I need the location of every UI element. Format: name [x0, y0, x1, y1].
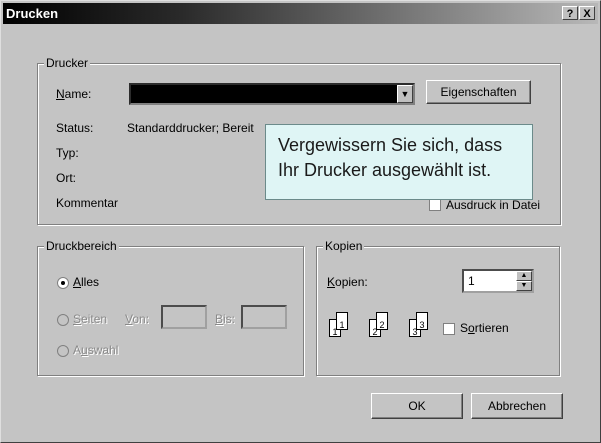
- close-button[interactable]: X: [579, 6, 595, 20]
- range-all-radio[interactable]: [57, 277, 69, 289]
- print-to-file-label: Ausdruck in Datei: [446, 198, 541, 212]
- ok-button-label: OK: [408, 399, 426, 413]
- range-to-label: Bis:: [215, 312, 236, 326]
- collate-label: Sortieren: [460, 321, 509, 335]
- range-from-label: Von:: [125, 312, 150, 326]
- cancel-button[interactable]: Abbrechen: [471, 393, 563, 419]
- properties-button[interactable]: Eigenschaften: [426, 80, 531, 104]
- print-to-file-checkbox[interactable]: [429, 199, 441, 211]
- ok-button[interactable]: OK: [371, 393, 463, 419]
- type-label: Typ:: [56, 146, 79, 160]
- range-pages-label: Seiten: [73, 312, 108, 326]
- printer-name-select[interactable]: ▼: [129, 83, 415, 105]
- status-label: Status:: [56, 121, 94, 135]
- spinner-up-icon[interactable]: ▲: [516, 271, 532, 281]
- range-all-label: Alles: [73, 275, 100, 289]
- comment-label: Kommentar: [56, 196, 119, 210]
- callout-tooltip: Vergewissern Sie sich, dass Ihr Drucker …: [265, 124, 533, 200]
- spinner-down-icon[interactable]: ▼: [516, 281, 532, 291]
- cancel-button-label: Abbrechen: [487, 399, 547, 413]
- copies-legend: Kopien: [323, 239, 365, 253]
- radio-selected-dot: [61, 281, 65, 285]
- range-selection-radio[interactable]: [57, 345, 69, 357]
- name-label: Name:: [56, 87, 92, 101]
- range-to-input[interactable]: [241, 305, 287, 329]
- title-bar: Drucken ? X: [3, 3, 598, 24]
- copies-group: Kopien: [316, 239, 560, 376]
- range-pages-radio[interactable]: [57, 314, 69, 326]
- dialog-title: Drucken: [6, 6, 59, 21]
- print-range-legend: Druckbereich: [44, 239, 119, 253]
- location-label: Ort:: [56, 171, 76, 185]
- status-value: Standarddrucker; Bereit: [127, 121, 254, 135]
- print-dialog: Drucken ? X Drucker Name: ▼ Eigenschafte…: [0, 0, 601, 443]
- copies-value: 1: [468, 274, 475, 288]
- properties-button-label: Eigenschaften: [440, 85, 517, 99]
- tooltip-line-2: Ihr Drucker ausgewählt ist.: [278, 160, 492, 180]
- chevron-down-icon[interactable]: ▼: [397, 85, 413, 103]
- collate-checkbox[interactable]: [443, 323, 455, 335]
- range-from-input[interactable]: [161, 305, 207, 329]
- help-button[interactable]: ?: [562, 6, 578, 20]
- copies-label: Kopien:: [327, 275, 368, 289]
- copies-spinner[interactable]: 1 ▲ ▼: [462, 269, 534, 293]
- range-selection-label: Auswahl: [73, 343, 119, 357]
- printer-group-legend: Drucker: [44, 56, 91, 70]
- tooltip-line-1: Vergewissern Sie sich, dass: [278, 135, 503, 155]
